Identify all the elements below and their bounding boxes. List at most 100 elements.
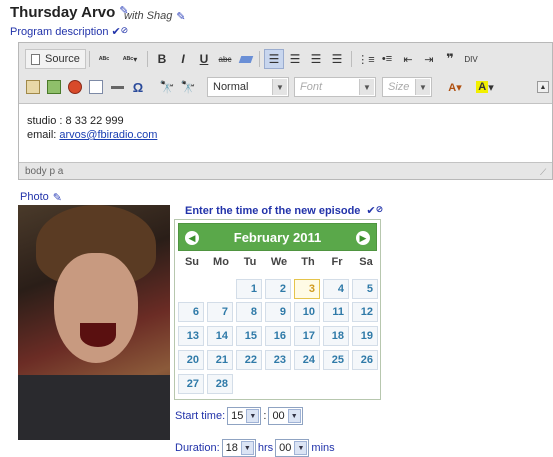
calendar-day[interactable]: 6 — [178, 302, 204, 322]
calendar-day[interactable]: 18 — [323, 326, 349, 346]
episode-title-text: Thursday Arvo — [10, 4, 116, 21]
calendar-day[interactable]: 24 — [294, 350, 320, 370]
calendar-day[interactable]: 25 — [323, 350, 349, 370]
replace-icon[interactable]: 🔭 — [178, 77, 198, 97]
next-month-icon[interactable]: ▶ — [356, 231, 370, 245]
calendar-day[interactable]: 2 — [265, 279, 291, 299]
calendar-day[interactable]: 11 — [323, 302, 349, 322]
calendar-day[interactable]: 15 — [236, 326, 262, 346]
weekday-header: We — [270, 256, 288, 268]
align-center-icon[interactable]: ☰ — [285, 49, 305, 69]
align-right-icon[interactable]: ☰ — [306, 49, 326, 69]
calendar-day[interactable]: 22 — [236, 350, 262, 370]
start-hour-select[interactable]: 15 ▼ — [227, 407, 262, 425]
numbered-list-icon[interactable]: ⋮≡ — [356, 49, 376, 69]
duration-hours-value: 18 — [225, 442, 238, 454]
start-time-row: Start time: 15 ▼ : 00 ▼ — [175, 407, 305, 425]
start-time-label: Start time: — [175, 410, 226, 422]
flash-icon[interactable] — [65, 77, 85, 97]
font-select[interactable]: Font ▼ — [294, 77, 376, 97]
calendar-day[interactable]: 21 — [207, 350, 233, 370]
calendar-month-label: February 2011 — [233, 229, 322, 245]
calendar-day[interactable]: 26 — [352, 350, 378, 370]
edit-host-pencil-icon[interactable]: ✎ — [176, 10, 185, 23]
duration-minutes-select[interactable]: 00 ▼ — [275, 439, 310, 457]
calendar-day[interactable]: 13 — [178, 326, 204, 346]
calendar-day[interactable]: 10 — [294, 302, 320, 322]
create-div-icon[interactable]: DIV — [461, 49, 481, 69]
chevron-down-icon: ▼ — [246, 409, 260, 423]
size-select-value: Size — [388, 81, 410, 93]
calendar-day[interactable]: 12 — [352, 302, 378, 322]
image-icon[interactable] — [44, 77, 64, 97]
increase-indent-icon[interactable]: ⇥ — [419, 49, 439, 69]
underline-icon[interactable]: U — [194, 49, 214, 69]
calendar-day[interactable]: 20 — [178, 350, 204, 370]
strikethrough-icon[interactable]: abc — [215, 49, 235, 69]
toolbar-separator — [89, 51, 90, 67]
program-description-heading: Program description ✔⊘ — [10, 25, 128, 38]
duration-hours-select[interactable]: 18 ▼ — [221, 439, 256, 457]
calendar-day[interactable]: 14 — [207, 326, 233, 346]
align-justify-icon[interactable]: ☰ — [327, 49, 347, 69]
italic-icon[interactable]: I — [173, 49, 193, 69]
table-icon[interactable] — [86, 77, 106, 97]
calendar-day[interactable]: 27 — [178, 374, 204, 394]
source-button[interactable]: Source — [25, 49, 86, 69]
special-character-icon[interactable]: Ω — [128, 77, 148, 97]
editor-studio-line: studio : 8 33 22 999 — [27, 115, 124, 127]
paste-icon[interactable] — [23, 77, 43, 97]
resize-grip-icon[interactable]: ⟋ — [540, 167, 550, 177]
cancel-description-icon[interactable]: ⊘ — [121, 25, 129, 35]
horizontal-rule-icon[interactable] — [107, 77, 127, 97]
toolbar-separator — [259, 51, 260, 67]
spellcheck-icon[interactable]: ᴬᴮᶜ — [94, 49, 114, 69]
calendar-day[interactable]: 8 — [236, 302, 262, 322]
save-description-check-icon[interactable]: ✔ — [111, 26, 120, 38]
calendar-day[interactable]: 9 — [265, 302, 291, 322]
calendar-day[interactable]: 5 — [352, 279, 378, 299]
save-time-check-icon[interactable]: ✔ — [366, 205, 375, 217]
cancel-time-icon[interactable]: ⊘ — [376, 204, 384, 214]
chevron-down-icon: ▼ — [294, 441, 308, 455]
photo-shirt-shape — [18, 375, 170, 440]
calendar-day[interactable]: 19 — [352, 326, 378, 346]
format-select[interactable]: Normal ▼ — [207, 77, 289, 97]
calendar-day[interactable]: 17 — [294, 326, 320, 346]
text-color-icon[interactable]: A▾ — [441, 77, 469, 97]
bold-icon[interactable]: B — [152, 49, 172, 69]
spellcheck-as-you-type-icon[interactable]: ᴬᴮᶜ▾ — [116, 49, 144, 69]
size-select[interactable]: Size ▼ — [382, 77, 432, 97]
calendar-day[interactable]: 4 — [323, 279, 349, 299]
bulleted-list-icon[interactable]: •≡ — [377, 49, 397, 69]
calendar-day-today[interactable]: 3 — [294, 279, 320, 299]
calendar-day[interactable]: 16 — [265, 326, 291, 346]
email-prefix: email: — [27, 129, 60, 141]
format-select-value: Normal — [213, 81, 249, 93]
duration-row: Duration: 18 ▼ hrs 00 ▼ mins — [175, 439, 335, 457]
weekday-header: Mo — [213, 256, 229, 268]
find-icon[interactable]: 🔭 — [157, 77, 177, 97]
element-path-status[interactable]: body p a — [25, 166, 63, 177]
calendar-day[interactable]: 23 — [265, 350, 291, 370]
enter-time-heading: Enter the time of the new episode ✔⊘ — [185, 204, 383, 217]
start-hour-value: 15 — [231, 410, 244, 422]
align-left-icon[interactable]: ☰ — [264, 49, 284, 69]
with-host: with Shag ✎ — [124, 10, 186, 23]
email-link[interactable]: arvos@fbiradio.com — [59, 129, 157, 141]
edit-photo-pencil-icon[interactable]: ✎ — [53, 191, 62, 204]
weekday-header: Fr — [331, 256, 343, 268]
calendar-day[interactable]: 7 — [207, 302, 233, 322]
toolbar-collapse-icon[interactable]: ▲ — [537, 81, 549, 93]
calendar-day[interactable]: 28 — [207, 374, 233, 394]
editor-content-area[interactable]: studio : 8 33 22 999 email: arvos@fbirad… — [19, 103, 552, 163]
blockquote-icon[interactable]: ❞ — [440, 49, 460, 69]
rich-text-editor: Source ᴬᴮᶜ ᴬᴮᶜ▾ B I U abc ☰ ☰ ☰ ☰ ⋮≡ •≡ … — [18, 42, 553, 180]
calendar-day[interactable]: 1 — [236, 279, 262, 299]
weekday-header: Th — [301, 256, 315, 268]
background-color-icon[interactable]: A ▾ — [471, 77, 499, 97]
start-minute-select[interactable]: 00 ▼ — [268, 407, 303, 425]
remove-format-eraser-icon[interactable] — [236, 49, 256, 69]
prev-month-icon[interactable]: ◀ — [185, 231, 199, 245]
decrease-indent-icon[interactable]: ⇤ — [398, 49, 418, 69]
